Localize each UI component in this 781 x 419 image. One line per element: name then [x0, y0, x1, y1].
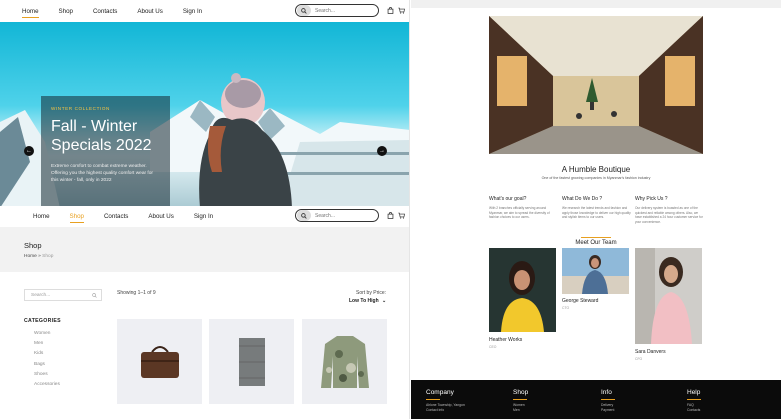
member-role-sara: CFO	[635, 357, 643, 361]
search-box-2	[295, 209, 379, 222]
member-name-sara: Sara Danvers	[635, 349, 666, 355]
footer-underline	[513, 399, 527, 400]
about-subtitle: One of the fastest growing companies in …	[541, 176, 651, 180]
goal-column: What's our goal? With 2 branches officia…	[489, 196, 559, 220]
product-card-jacket[interactable]	[302, 319, 387, 404]
bag-icon[interactable]	[387, 7, 394, 14]
hero-tag: WINTER COLLECTION	[51, 106, 110, 111]
search-input[interactable]	[315, 7, 375, 14]
shopping-arcade-image	[489, 16, 703, 154]
chevron-down-icon: ⌄	[382, 298, 387, 304]
search-input-2[interactable]	[315, 212, 375, 219]
footer-company-title: Company	[426, 389, 454, 396]
sidebar-search-placeholder: Search...	[31, 293, 51, 298]
cart-icon[interactable]	[398, 7, 405, 14]
jacket-image	[320, 335, 369, 388]
footer-info-title: Info	[601, 389, 612, 396]
leather-bag-image	[140, 345, 179, 378]
goal-text: With 2 branches officially serving aroun…	[489, 206, 550, 220]
nav-home-link[interactable]: Home	[22, 8, 39, 18]
footer-info: Info Delivery Payment	[601, 389, 615, 414]
hero-card: WINTER COLLECTION Fall - Winter Specials…	[41, 96, 170, 208]
top-navbar: Home Shop Contacts About Us Sign In	[0, 0, 409, 22]
footer-shop: Shop Women Men	[513, 389, 528, 414]
footer-company-contact: Contact info	[426, 408, 445, 413]
footer-help-title: Help	[687, 389, 701, 396]
search-box	[295, 4, 379, 17]
nav-shop-link[interactable]: Shop	[59, 8, 73, 15]
nav-shop-link-2[interactable]: Shop	[69, 213, 85, 223]
category-shoes[interactable]: Shoes	[34, 372, 48, 377]
search-icon[interactable]	[297, 210, 311, 221]
about-page-screenshot: A Humble Boutique One of the fastest gro…	[411, 0, 781, 419]
nav-contacts-link-2[interactable]: Contacts	[104, 213, 128, 220]
category-accessories[interactable]: Accessories	[34, 382, 60, 387]
search-icon[interactable]	[92, 293, 97, 298]
category-bags[interactable]: Bags	[34, 362, 45, 367]
footer-shop-title: Shop	[513, 389, 529, 396]
category-women[interactable]: Women	[34, 331, 50, 336]
sort-label: Sort by Price:	[356, 290, 387, 296]
footer-help: Help FAQ Contacts	[687, 389, 701, 414]
arrow-left-icon[interactable]: ←	[24, 146, 34, 156]
why-title: Why Pick Us ?	[635, 196, 668, 202]
nav-about-link[interactable]: About Us	[137, 8, 162, 15]
nav-signin-link[interactable]: Sign In	[183, 8, 202, 15]
category-men[interactable]: Men	[34, 341, 43, 346]
why-text: Our delivery system is boasted as one of…	[635, 206, 703, 224]
member-name-heather: Heather Works	[489, 337, 523, 343]
nav-signin-link-2[interactable]: Sign In	[194, 213, 213, 220]
footer: Company Ahlone Township, Yangon Contact …	[411, 380, 781, 419]
breadcrumb-home[interactable]: Home	[24, 254, 37, 259]
breadcrumb-separator: »	[38, 254, 41, 259]
sidebar-search-input[interactable]: Search...	[24, 289, 102, 301]
hero-banner: WINTER COLLECTION Fall - Winter Specials…	[0, 22, 409, 208]
about-title: A Humble Boutique	[561, 165, 631, 174]
team-divider	[581, 237, 611, 238]
member-photo-heather	[489, 248, 556, 332]
nav-home-link-2[interactable]: Home	[33, 213, 50, 220]
breadcrumb: Home » Shop	[24, 254, 53, 259]
product-card-scarf[interactable]	[209, 319, 294, 404]
footer-info-payment[interactable]: Payment	[601, 408, 615, 413]
footer-underline	[601, 399, 615, 400]
sort-select[interactable]: Low To High ⌄	[349, 298, 386, 304]
goal-title: What's our goal?	[489, 196, 527, 202]
member-role-george: CTO	[562, 306, 570, 310]
hero-title: Fall - Winter Specials 2022	[51, 118, 152, 154]
footer-underline	[426, 399, 440, 400]
shop-header: Shop Home » Shop	[0, 227, 409, 272]
results-count: Showing 1–1 of 9	[117, 290, 156, 296]
shop-navbar: Home Shop Contacts About Us Sign In	[0, 206, 409, 226]
page-title: Shop	[24, 241, 42, 250]
arrow-right-icon[interactable]: →	[377, 146, 387, 156]
what-column: What Do We Do ? We research the latest t…	[562, 196, 632, 220]
categories-title: CATEGORIES	[24, 318, 61, 324]
search-icon[interactable]	[297, 5, 311, 16]
scarf-image	[238, 337, 265, 386]
product-card-bag[interactable]	[117, 319, 202, 404]
member-name-george: George Steward	[562, 298, 599, 304]
shop-page-screenshot: Home Shop Contacts About Us Sign In Sear…	[0, 0, 410, 419]
member-photo-sara	[635, 248, 702, 344]
footer-underline	[687, 399, 701, 400]
member-photo-george	[562, 248, 629, 294]
top-strip	[411, 0, 781, 8]
footer-company: Company Ahlone Township, Yangon Contact …	[426, 389, 465, 414]
what-title: What Do We Do ?	[562, 196, 603, 202]
nav-contacts-link[interactable]: Contacts	[93, 8, 117, 15]
nav-about-link-2[interactable]: About Us	[148, 213, 173, 220]
breadcrumb-current: Shop	[42, 254, 54, 259]
bag-icon[interactable]	[387, 212, 394, 219]
category-kids[interactable]: Kids	[34, 351, 43, 356]
sort-value: Low To High	[349, 298, 379, 304]
hero-description: Extreme comfort to combat extreme weathe…	[51, 164, 154, 183]
member-role-heather: CEO	[489, 345, 497, 349]
team-title: Meet Our Team	[575, 240, 617, 246]
footer-help-contacts[interactable]: Contacts	[687, 408, 701, 413]
why-column: Why Pick Us ? Our delivery system is boa…	[635, 196, 705, 224]
what-text: We research the latest trends and fashio…	[562, 206, 631, 220]
footer-shop-men[interactable]: Men	[513, 408, 528, 413]
cart-icon[interactable]	[398, 212, 405, 219]
